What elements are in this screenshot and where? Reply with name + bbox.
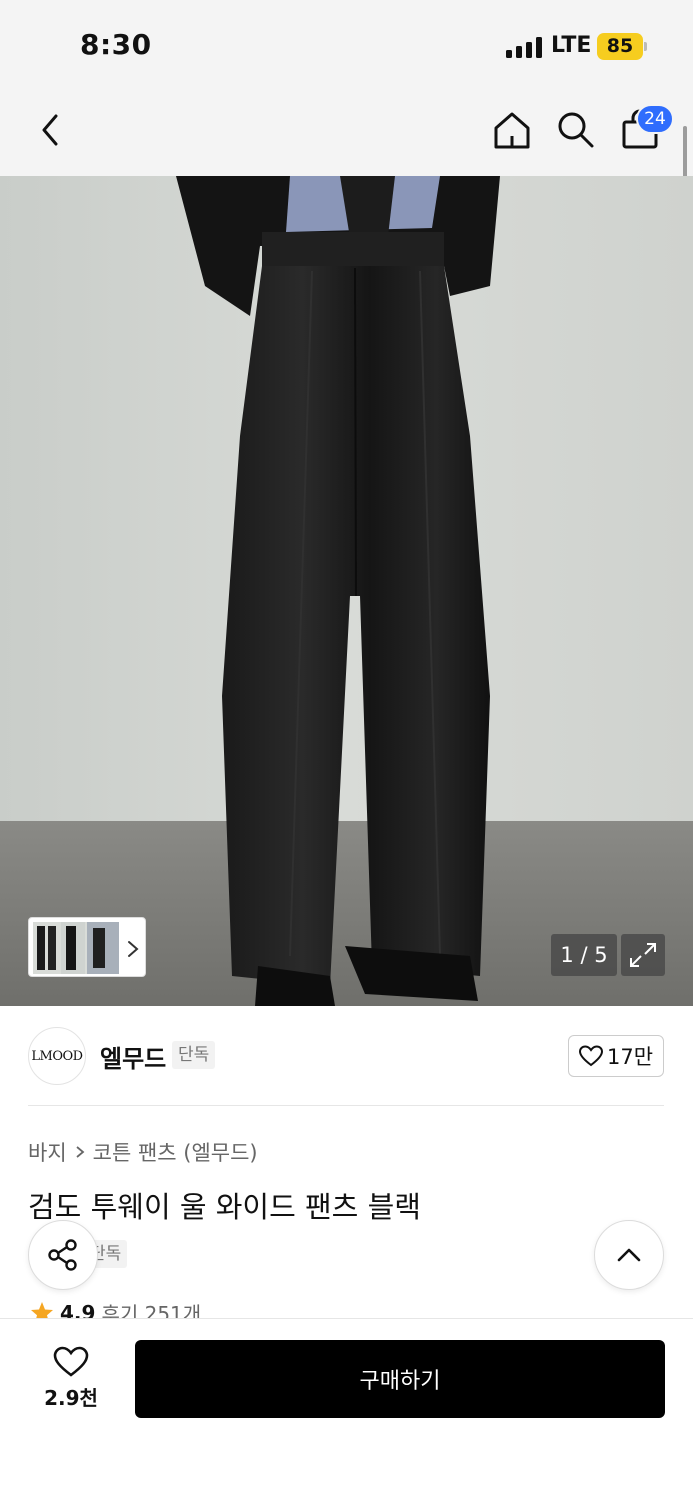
chevron-left-icon[interactable]: [36, 110, 66, 150]
heart-icon: [53, 1346, 89, 1377]
product-title: 검도 투웨이 울 와이드 팬츠 블랙: [28, 1190, 421, 1224]
cart-count-badge: 24: [636, 104, 674, 134]
battery-icon: 85: [597, 33, 643, 60]
breadcrumb-category[interactable]: 바지: [28, 1137, 67, 1167]
expand-button[interactable]: [621, 934, 665, 976]
brand-name[interactable]: 엘무드: [100, 1039, 166, 1074]
image-counter: 1 / 5: [551, 934, 617, 976]
brand-logo[interactable]: LMOOD: [28, 1027, 86, 1085]
chevron-right-icon: [76, 1146, 85, 1158]
brand-like-button[interactable]: 17만: [568, 1035, 664, 1077]
chevron-right-icon[interactable]: [126, 940, 140, 958]
network-label: LTE: [551, 33, 592, 58]
home-icon[interactable]: [492, 110, 532, 150]
share-button[interactable]: [28, 1220, 98, 1290]
scroll-top-button[interactable]: [594, 1220, 664, 1290]
signal-icon: [506, 36, 544, 58]
chevron-up-icon: [617, 1248, 641, 1262]
breadcrumb-subcategory[interactable]: 코튼 팬츠 (엘무드): [93, 1137, 258, 1167]
exclusive-badge: 단독: [172, 1041, 216, 1069]
expand-icon: [630, 943, 656, 967]
product-image[interactable]: [0, 176, 693, 1006]
buy-button[interactable]: 구매하기: [135, 1340, 665, 1418]
brand-like-count: 17만: [606, 1045, 654, 1069]
heart-icon: [578, 1045, 603, 1067]
battery-tip: [644, 42, 647, 51]
wishlist-count: 2.9천: [44, 1385, 98, 1410]
search-icon[interactable]: [556, 110, 596, 150]
wishlist-button[interactable]: 2.9천: [28, 1340, 114, 1416]
breadcrumb: 바지 코튼 팬츠 (엘무드): [28, 1137, 258, 1167]
share-icon: [48, 1239, 77, 1271]
status-time: 8:30: [80, 28, 152, 61]
divider: [28, 1105, 664, 1106]
status-bar: 8:30 LTE 85: [0, 0, 693, 92]
